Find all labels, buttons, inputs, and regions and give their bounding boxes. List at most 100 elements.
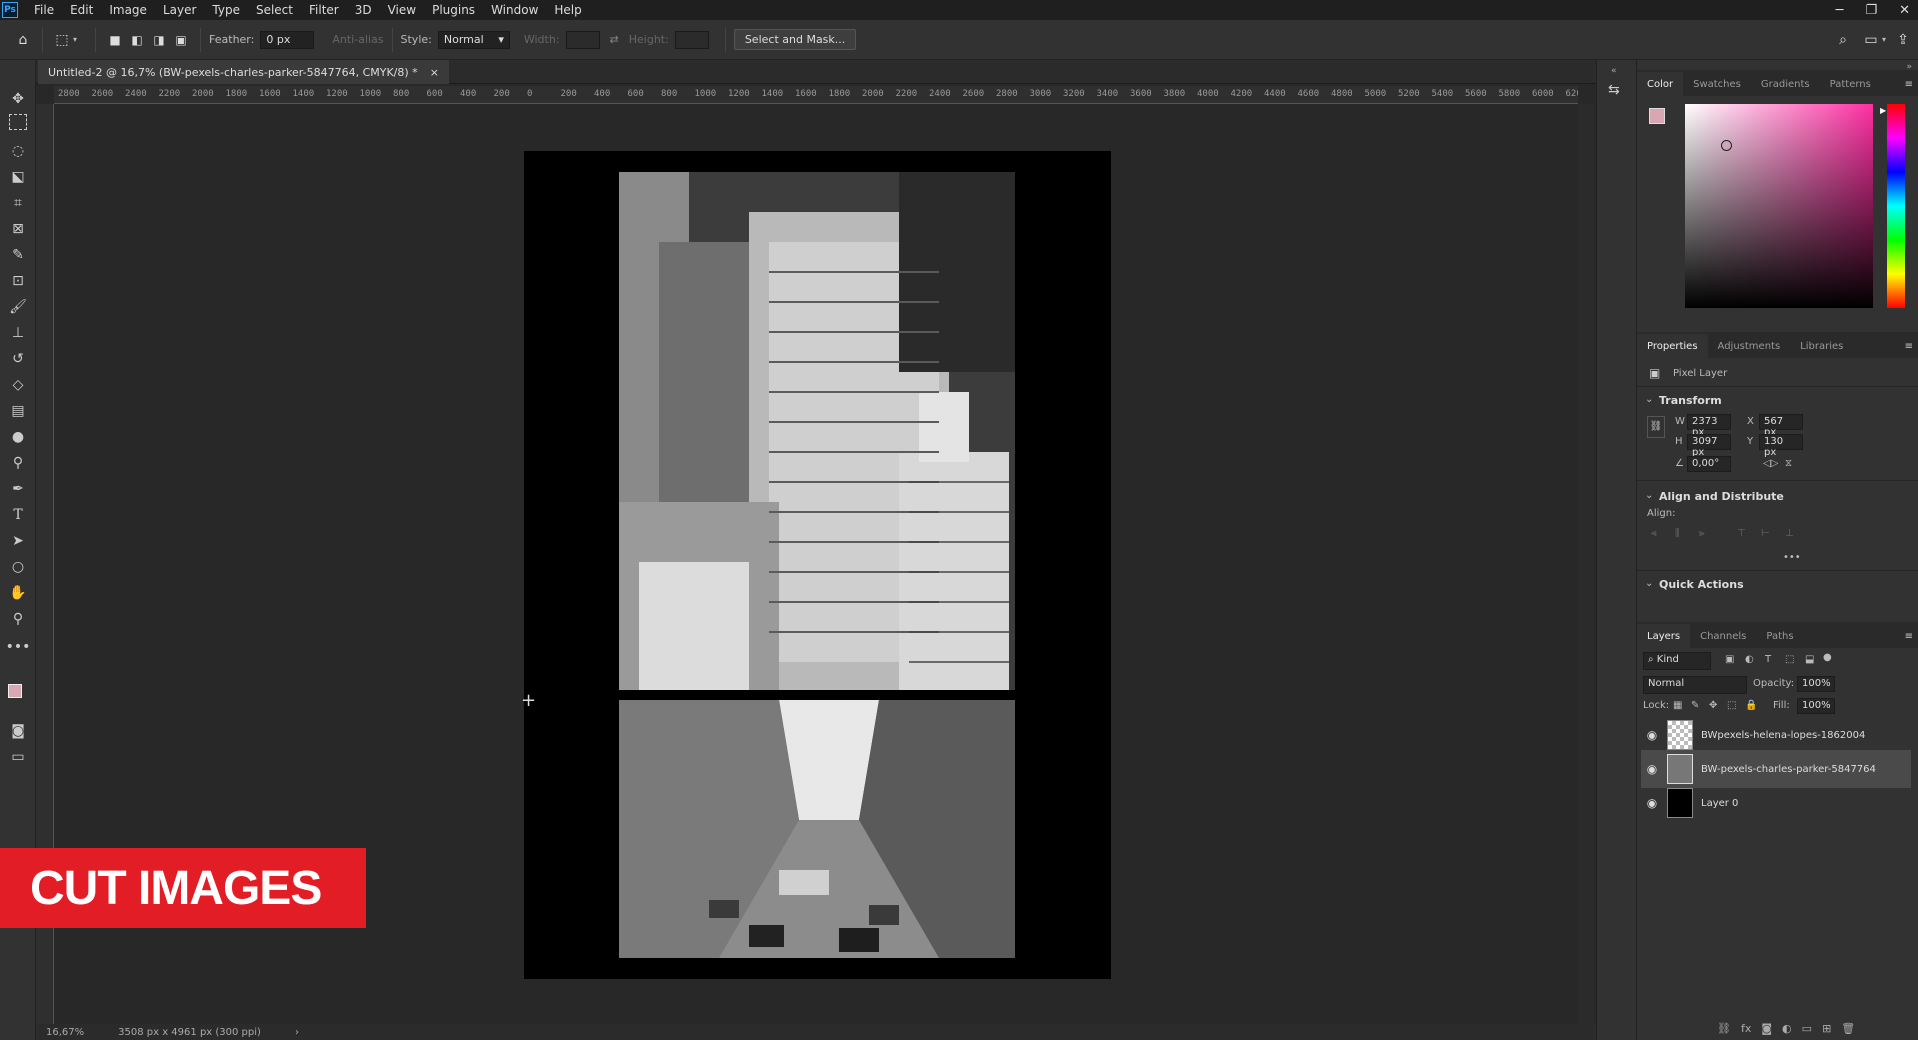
- blend-mode-select[interactable]: Normal: [1643, 676, 1747, 694]
- layer-name[interactable]: Layer 0: [1701, 798, 1738, 809]
- menu-type[interactable]: Type: [204, 3, 248, 17]
- align-section-title[interactable]: Align and Distribute: [1659, 490, 1784, 503]
- home-icon[interactable]: ⌂: [12, 29, 34, 51]
- layer-name[interactable]: BWpexels-helena-lopes-1862004: [1701, 730, 1865, 741]
- angle-field[interactable]: 0,00°: [1687, 456, 1731, 472]
- lasso-tool-icon[interactable]: ◌: [7, 140, 29, 162]
- tab-color[interactable]: Color: [1637, 72, 1684, 96]
- chevron-down-icon[interactable]: ▾: [73, 35, 77, 44]
- marquee-tool-icon[interactable]: [9, 114, 27, 130]
- lock-position-icon[interactable]: ✥: [1709, 700, 1717, 711]
- feather-input[interactable]: 0 px: [260, 30, 315, 49]
- layer-row[interactable]: ◉ Layer 0: [1641, 784, 1911, 822]
- transform-section-title[interactable]: Transform: [1659, 394, 1722, 407]
- flip-horizontal-icon[interactable]: ◁▷: [1763, 458, 1778, 469]
- history-panel-icon[interactable]: ⇆: [1608, 82, 1620, 98]
- filter-pixel-icon[interactable]: ▣: [1725, 654, 1734, 665]
- search-icon[interactable]: ⌕: [1832, 29, 1854, 51]
- style-select[interactable]: Normal ▾: [437, 30, 510, 49]
- workspace-icon[interactable]: ▭: [1860, 29, 1882, 51]
- link-layers-icon[interactable]: ⛓: [1717, 1022, 1731, 1035]
- visibility-eye-icon[interactable]: ◉: [1641, 762, 1663, 776]
- quick-actions-title[interactable]: Quick Actions: [1659, 578, 1744, 591]
- menu-help[interactable]: Help: [546, 3, 589, 17]
- crop-tool-icon[interactable]: ⌗: [7, 192, 29, 214]
- filter-shape-icon[interactable]: ⬚: [1785, 654, 1794, 665]
- layer-kind-filter[interactable]: ⌕ Kind: [1643, 652, 1711, 670]
- menu-image[interactable]: Image: [101, 3, 155, 17]
- new-group-icon[interactable]: ▭: [1802, 1022, 1812, 1035]
- panel-menu-icon[interactable]: ≡: [1899, 72, 1918, 96]
- pen-tool-icon[interactable]: ✒: [7, 478, 29, 500]
- collapse-arrows-icon[interactable]: «: [1611, 66, 1617, 76]
- filter-toggle-icon[interactable]: ●: [1823, 652, 1832, 663]
- x-field[interactable]: 567 px: [1759, 414, 1803, 438]
- menu-3d[interactable]: 3D: [347, 3, 380, 17]
- vertical-scrollbar[interactable]: [1578, 104, 1594, 1024]
- adjustment-layer-icon[interactable]: ◐: [1782, 1022, 1792, 1035]
- layer-name[interactable]: BW-pexels-charles-parker-5847764: [1701, 764, 1876, 775]
- chevron-down-icon[interactable]: ⌄: [1645, 394, 1653, 405]
- align-bottom-icon[interactable]: ⊥: [1785, 528, 1794, 539]
- hue-marker-icon[interactable]: ▶: [1880, 106, 1886, 115]
- document-tab[interactable]: Untitled-2 @ 16,7% (BW-pexels-charles-pa…: [38, 60, 449, 84]
- foreground-color-swatch[interactable]: [1649, 108, 1665, 124]
- fill-field[interactable]: 100%: [1797, 698, 1835, 714]
- intersect-selection-icon[interactable]: ▣: [170, 29, 192, 51]
- more-tools-icon[interactable]: •••: [6, 636, 31, 658]
- opacity-field[interactable]: 100%: [1797, 676, 1835, 692]
- menu-file[interactable]: File: [26, 3, 62, 17]
- color-picker-handle[interactable]: [1721, 140, 1732, 151]
- move-tool-icon[interactable]: ✥: [7, 88, 29, 110]
- menu-edit[interactable]: Edit: [62, 3, 101, 17]
- restore-icon[interactable]: ❐: [1865, 3, 1877, 18]
- city-street-photo[interactable]: [619, 700, 1015, 958]
- chevron-down-icon[interactable]: ▾: [1882, 35, 1886, 44]
- tab-properties[interactable]: Properties: [1637, 334, 1708, 358]
- tab-channels[interactable]: Channels: [1690, 624, 1756, 648]
- y-field[interactable]: 130 px: [1759, 434, 1803, 458]
- color-picker-field[interactable]: [1685, 104, 1873, 308]
- panel-menu-icon[interactable]: ≡: [1899, 624, 1918, 648]
- lock-image-icon[interactable]: ✎: [1691, 700, 1699, 711]
- menu-filter[interactable]: Filter: [301, 3, 347, 17]
- dodge-tool-icon[interactable]: ⚲: [7, 452, 29, 474]
- chevron-down-icon[interactable]: ⌄: [1645, 490, 1653, 501]
- tab-paths[interactable]: Paths: [1756, 624, 1803, 648]
- tab-libraries[interactable]: Libraries: [1790, 334, 1853, 358]
- zoom-level[interactable]: 16,67%: [46, 1027, 84, 1038]
- zoom-tool-icon[interactable]: ⚲: [7, 608, 29, 630]
- close-window-icon[interactable]: ✕: [1899, 3, 1910, 18]
- align-top-icon[interactable]: ⊤: [1737, 528, 1746, 539]
- foreground-color-swatch[interactable]: [8, 684, 22, 698]
- align-center-icon[interactable]: ⫼: [1675, 528, 1680, 539]
- eraser-tool-icon[interactable]: ◇: [7, 374, 29, 396]
- align-middle-icon[interactable]: ⊢: [1761, 528, 1770, 539]
- path-select-tool-icon[interactable]: ➤: [7, 530, 29, 552]
- city-buildings-photo[interactable]: [619, 172, 1015, 690]
- lock-transparent-icon[interactable]: ▦: [1673, 700, 1682, 711]
- layer-row[interactable]: ◉ BWpexels-helena-lopes-1862004: [1641, 716, 1911, 754]
- filter-adjustment-icon[interactable]: ◐: [1745, 654, 1754, 665]
- layer-row-selected[interactable]: ◉ BW-pexels-charles-parker-5847764: [1641, 750, 1911, 788]
- add-mask-icon[interactable]: ◙: [1761, 1022, 1772, 1035]
- blur-tool-icon[interactable]: ●: [7, 426, 29, 448]
- tab-adjustments[interactable]: Adjustments: [1708, 334, 1791, 358]
- new-layer-icon[interactable]: ⊞: [1822, 1022, 1831, 1035]
- screen-mode-icon[interactable]: ▭: [7, 746, 29, 768]
- eyedropper-tool-icon[interactable]: ✎: [7, 244, 29, 266]
- tab-swatches[interactable]: Swatches: [1683, 72, 1751, 96]
- width-field[interactable]: 2373 px: [1687, 414, 1731, 438]
- antialias-checkbox[interactable]: Anti-alias: [332, 33, 383, 46]
- menu-layer[interactable]: Layer: [155, 3, 204, 17]
- type-tool-icon[interactable]: T: [7, 504, 29, 526]
- healing-tool-icon[interactable]: ⊡: [7, 270, 29, 292]
- hue-slider[interactable]: [1887, 104, 1905, 308]
- close-tab-icon[interactable]: ×: [430, 66, 439, 79]
- tab-gradients[interactable]: Gradients: [1751, 72, 1820, 96]
- subtract-selection-icon[interactable]: ◨: [148, 29, 170, 51]
- align-left-icon[interactable]: ⫷: [1651, 528, 1657, 539]
- height-field[interactable]: 3097 px: [1687, 434, 1731, 458]
- fx-icon[interactable]: fx: [1741, 1022, 1751, 1035]
- chevron-down-icon[interactable]: ⌄: [1645, 578, 1653, 589]
